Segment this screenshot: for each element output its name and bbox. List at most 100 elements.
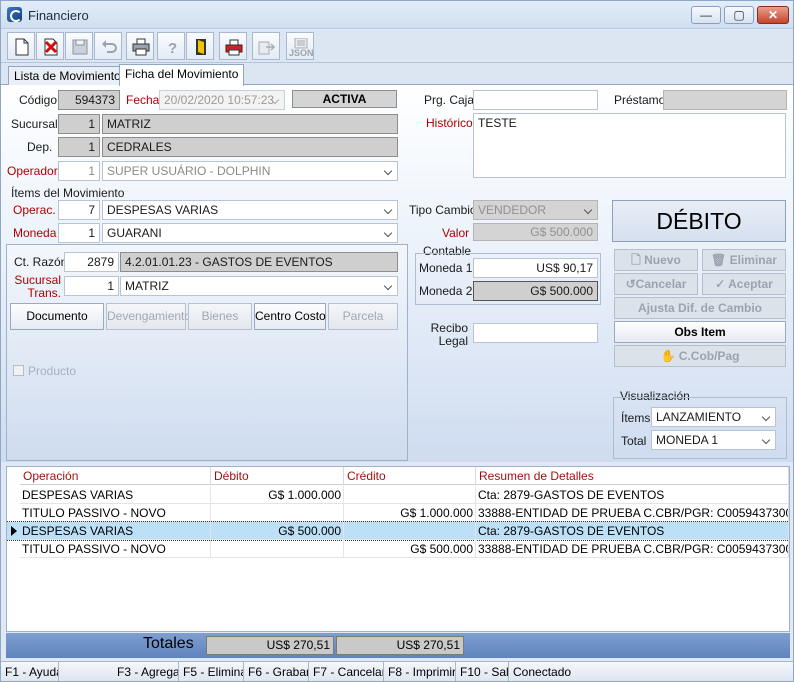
json-export-button[interactable]: JSON xyxy=(286,32,314,60)
sucursal-trans-code-field[interactable]: 1 xyxy=(64,276,119,296)
print-preview-button[interactable] xyxy=(219,32,247,60)
cell-operacion: TITULO PASSIVO - NOVO xyxy=(20,540,211,558)
total-view-label: Total xyxy=(621,434,647,448)
eliminar-button[interactable]: 🗑 Eliminar xyxy=(702,249,786,271)
historico-textarea[interactable]: TESTE xyxy=(473,113,786,178)
prg-caja-field[interactable] xyxy=(473,90,598,110)
documento-button[interactable]: Documento xyxy=(10,303,104,330)
maximize-button[interactable]: ▢ xyxy=(724,6,754,24)
delete-button[interactable] xyxy=(36,32,64,60)
status-f3: F3 - Agregar xyxy=(113,662,179,681)
cell-resumen: 33888-ENTIDAD DE PRUEBA C.CBR/PGR: C0059… xyxy=(476,540,789,558)
status-f7: F7 - Cancelar xyxy=(309,662,384,681)
moneda2-field[interactable]: G$ 500.000 xyxy=(473,281,598,301)
total-debito-field: US$ 270,51 xyxy=(206,636,334,655)
minimize-button[interactable]: — xyxy=(691,6,721,24)
col-operacion[interactable]: Operación xyxy=(20,467,211,485)
tab-ficha-movimiento[interactable]: Ficha del Movimiento xyxy=(119,64,245,86)
save-button[interactable] xyxy=(65,32,93,60)
operador-select[interactable]: SUPER USUÁRIO - DOLPHIN xyxy=(102,161,398,181)
operac-label: Operac. xyxy=(13,203,56,217)
save-icon xyxy=(72,39,88,55)
bienes-button[interactable]: Bienes xyxy=(188,303,252,330)
valor-field[interactable]: G$ 500.000 xyxy=(473,223,598,241)
moneda-code-field[interactable]: 1 xyxy=(58,223,100,243)
title-bar[interactable]: Financiero — ▢ ✕ xyxy=(1,1,793,29)
status-f1: F1 - Ayuda xyxy=(1,662,59,681)
sucursal-trans-label-2: Trans. xyxy=(27,286,61,300)
app-logo-icon xyxy=(7,7,22,22)
close-button[interactable]: ✕ xyxy=(757,6,789,24)
col-credito[interactable]: Crédito xyxy=(344,467,476,485)
status-f8: F8 - Imprimir xyxy=(384,662,456,681)
nuevo-button[interactable]: 🗋 Nuevo xyxy=(614,249,698,271)
parcela-button[interactable]: Parcela xyxy=(328,303,398,330)
cancelar-button[interactable]: ↺Cancelar xyxy=(614,273,698,295)
cell-operacion: TITULO PASSIVO - NOVO xyxy=(20,504,211,522)
cell-credito: G$ 1.000.000 xyxy=(344,504,476,522)
print-button[interactable] xyxy=(126,32,154,60)
dep-code-field[interactable]: 1 xyxy=(58,137,100,157)
cell-resumen: Cta: 2879-GASTOS DE EVENTOS xyxy=(476,486,789,504)
toolbar: ? JSON xyxy=(1,30,793,63)
col-debito[interactable]: Débito xyxy=(211,467,344,485)
obs-item-button[interactable]: Obs Item xyxy=(614,321,786,343)
totals-bar: Totales US$ 270,51 US$ 270,51 xyxy=(6,633,790,658)
json-label: JSON xyxy=(289,48,314,58)
codigo-field[interactable]: 594373 xyxy=(58,90,120,110)
movements-grid: Operación Débito Crédito Resumen de Deta… xyxy=(6,466,790,632)
status-connection: Conectado xyxy=(513,665,572,679)
col-resumen[interactable]: Resumen de Detalles xyxy=(476,467,789,485)
debito-indicator: DÉBITO xyxy=(612,200,786,242)
aceptar-button[interactable]: ✓ Aceptar xyxy=(702,273,786,295)
recibo-legal-label: Legal xyxy=(438,334,468,348)
moneda1-field[interactable]: US$ 90,17 xyxy=(473,258,598,278)
tipo-cambio-label: Tipo Cambio xyxy=(409,203,477,217)
svg-text:?: ? xyxy=(168,40,177,56)
sucursal-name-field[interactable]: MATRIZ xyxy=(102,114,398,134)
hand-money-icon: ✋ xyxy=(660,349,679,363)
nuevo-label: Nuevo xyxy=(644,253,681,267)
row-pointer-icon xyxy=(11,526,17,536)
help-button[interactable]: ? xyxy=(157,32,185,60)
table-row-selected[interactable]: DESPESAS VARIAS G$ 500.000 Cta: 2879-GAS… xyxy=(7,521,789,541)
moneda-select[interactable]: GUARANI xyxy=(102,223,398,243)
cell-debito: G$ 1.000.000 xyxy=(211,486,344,504)
recibo-label: Recibo xyxy=(430,321,468,335)
fecha-field[interactable]: 20/02/2020 10:57:23 xyxy=(159,90,285,110)
tipo-cambio-select[interactable]: VENDEDOR xyxy=(473,200,598,220)
producto-checkbox[interactable] xyxy=(13,365,24,376)
operador-code-field[interactable]: 1 xyxy=(58,161,100,181)
undo-button[interactable] xyxy=(94,32,122,60)
recibo-legal-field[interactable] xyxy=(473,323,598,343)
new-button[interactable] xyxy=(7,32,35,60)
devengamiento-button[interactable]: Devengamiento xyxy=(106,303,191,330)
sucursal-code-field[interactable]: 1 xyxy=(58,114,100,134)
prestamo-label: Préstamo xyxy=(614,93,666,107)
items-view-label: Ítems xyxy=(621,411,651,425)
centro-costo-button[interactable]: Centro Costo xyxy=(254,303,326,330)
exit-button[interactable] xyxy=(186,32,214,60)
table-row[interactable]: TITULO PASSIVO - NOVO G$ 1.000.000 33888… xyxy=(7,504,789,522)
table-row[interactable]: DESPESAS VARIAS G$ 1.000.000 Cta: 2879-G… xyxy=(7,486,789,504)
operac-code-field[interactable]: 7 xyxy=(58,200,100,220)
total-view-select[interactable]: MONEDA 1 xyxy=(651,430,776,450)
ct-razon-name-field[interactable]: 4.2.01.01.23 - GASTOS DE EVENTOS xyxy=(120,252,398,272)
operac-select[interactable]: DESPESAS VARIAS xyxy=(102,200,398,220)
c-cob-pag-button[interactable]: ✋ C.Cob/Pag xyxy=(614,345,786,367)
ajusta-dif-cambio-button[interactable]: Ajusta Dif. de Cambio xyxy=(614,297,786,319)
tab-strip: Lista de Movimientos Ficha del Movimient… xyxy=(1,63,793,86)
prestamo-field[interactable] xyxy=(663,90,787,110)
c-cob-pag-label: C.Cob/Pag xyxy=(678,349,740,363)
status-bar: F1 - Ayuda F3 - Agregar F5 - Eliminar F6… xyxy=(1,661,793,681)
ct-razon-code-field[interactable]: 2879 xyxy=(64,252,119,272)
dep-name-field[interactable]: CEDRALES xyxy=(102,137,398,157)
sucursal-label: Sucursal xyxy=(11,117,58,131)
tab-lista-movimientos[interactable]: Lista de Movimientos xyxy=(8,66,133,85)
trash-icon: 🗑 xyxy=(711,253,730,267)
sucursal-trans-select[interactable]: MATRIZ xyxy=(120,276,398,296)
export-button[interactable] xyxy=(252,32,280,60)
cell-resumen: Cta: 2879-GASTOS DE EVENTOS xyxy=(476,522,789,540)
table-row[interactable]: TITULO PASSIVO - NOVO G$ 500.000 33888-E… xyxy=(7,540,789,558)
items-view-select[interactable]: LANZAMIENTO xyxy=(651,407,776,427)
